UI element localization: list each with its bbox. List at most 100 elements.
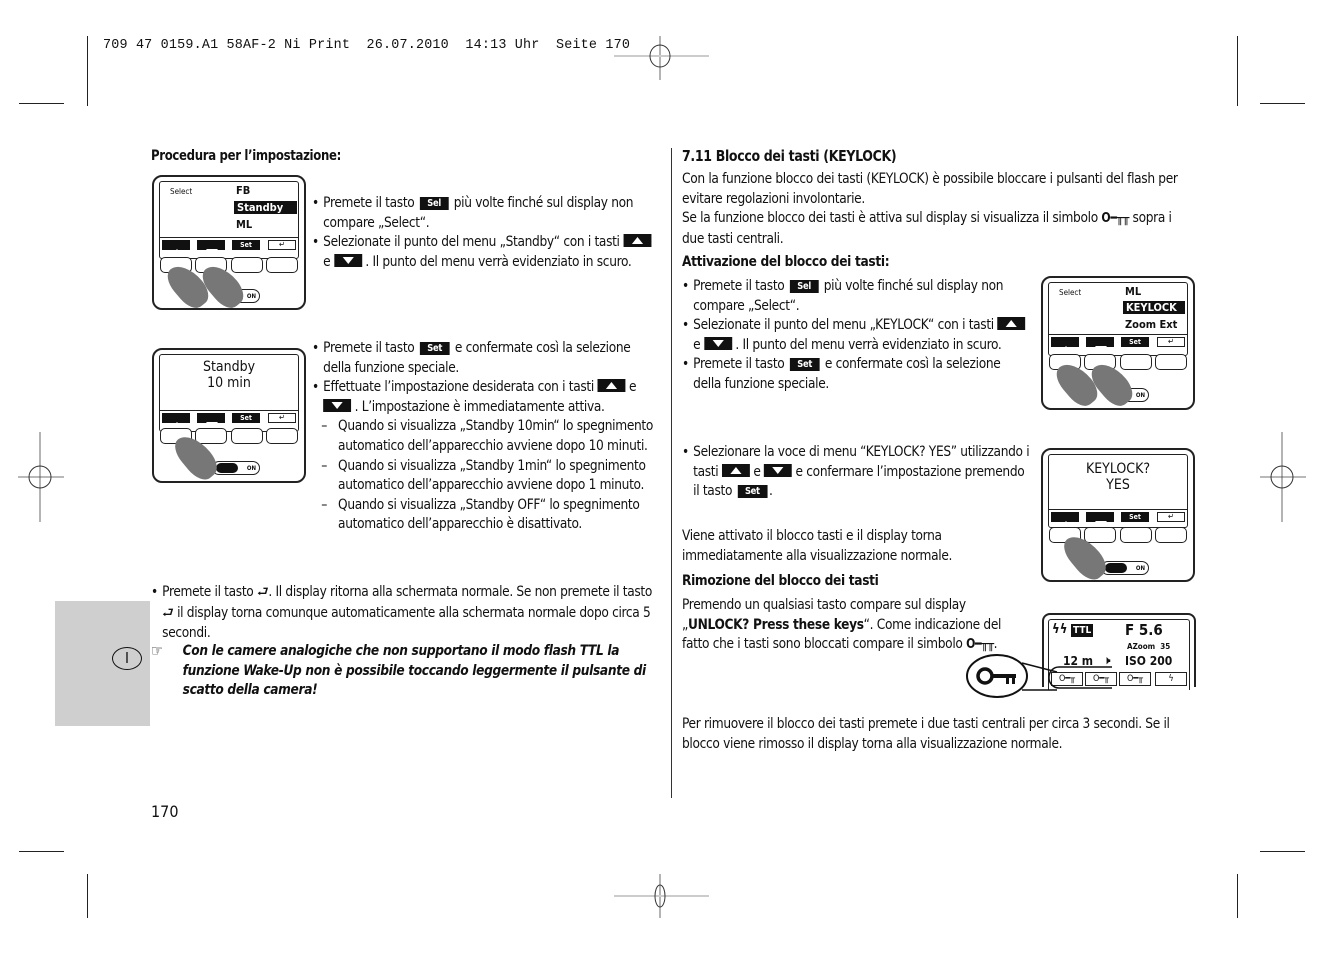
- subheading-removal: Rimozione del blocco dei tasti: [682, 572, 879, 589]
- hardware-button: [266, 428, 298, 444]
- softkey-up: [1051, 512, 1079, 528]
- display-menu-item: ML: [1125, 285, 1142, 298]
- step-item: Effettuate l’impostazione desiderata con…: [312, 377, 661, 416]
- note: ☞ Con le camere analogiche che non suppo…: [151, 641, 646, 699]
- softkey-return: ↵: [268, 240, 296, 250]
- crop-mark: [19, 851, 64, 852]
- power-switch: ON: [1101, 561, 1149, 575]
- step-item: Premete il tasto Sel più volte finché su…: [312, 193, 656, 232]
- pointing-hand-icon: ☞: [151, 641, 163, 660]
- registration-mark-bottom: [614, 874, 709, 918]
- softkey-up: [1051, 337, 1079, 353]
- crop-mark: [87, 36, 88, 106]
- step-item: Selezionate il punto del menu „KEYLOCK“ …: [682, 315, 1031, 354]
- sel-key-icon: Sel: [789, 280, 819, 293]
- crop-mark: [1260, 851, 1305, 852]
- removal-paragraph: Per rimuovere il blocco dei tasti premet…: [682, 715, 1170, 752]
- display-select-label: Select: [1059, 288, 1082, 297]
- display-menu-item-selected: Standby: [234, 201, 298, 214]
- step-item: Premete il tasto Set e confermate così l…: [312, 338, 661, 377]
- display-menu-item-selected: KEYLOCK: [1123, 301, 1185, 314]
- aperture-value: F 5.6: [1125, 621, 1163, 639]
- hardware-button: [1120, 527, 1152, 543]
- ttl-mode-badge: TTL: [1071, 624, 1094, 637]
- hardware-button: [1155, 354, 1187, 370]
- up-key-icon: [597, 379, 626, 393]
- crop-mark: [1237, 874, 1238, 918]
- hardware-button: [1120, 354, 1152, 370]
- dash-item: Quando si visualizza „Standby 1min“ lo s…: [321, 456, 660, 495]
- activated-paragraph: Viene attivato il blocco tasti e il disp…: [682, 527, 953, 564]
- softkey-down: [197, 413, 225, 429]
- registration-mark-top: [614, 36, 709, 80]
- registration-mark-right: [1260, 432, 1306, 522]
- softkey-down: [1086, 512, 1114, 528]
- flash-display-keylock-yes: KEYLOCK? YES Set ↵ ON: [1041, 448, 1195, 586]
- page-number: 170: [151, 802, 179, 821]
- unlock-paragraph: Premendo un qualsiasi tasto compare sul …: [682, 596, 1002, 653]
- down-key-icon: [764, 463, 793, 477]
- display-select-label: Select: [170, 187, 193, 196]
- display-line-1: KEYLOCK?: [1085, 461, 1151, 477]
- softkey-down: [197, 240, 225, 256]
- flash-icon: ϟϟ: [1052, 622, 1068, 637]
- display-menu-item: ML: [236, 218, 253, 231]
- step-item: Selezionate il punto del menu „Standby“ …: [312, 232, 656, 271]
- language-tab-label: I: [112, 647, 142, 670]
- keylock-steps: Premete il tasto Sel più volte finché su…: [682, 276, 1031, 394]
- up-key-icon: [997, 317, 1026, 331]
- softkey-return: ↵: [268, 413, 296, 423]
- registration-mark-left: [18, 432, 64, 522]
- flash-display-select-standby: Select FB Standby ML Set ↵ ON: [152, 175, 306, 314]
- softkey-set: Set: [232, 413, 260, 423]
- softkey-up: [162, 413, 190, 429]
- step-item: Premete il tasto Sel più volte finché su…: [682, 276, 1031, 315]
- steps-list-2: Premete il tasto Set e confermate così l…: [312, 338, 661, 534]
- crop-mark: [1260, 103, 1305, 104]
- key-icon: O━╥╥: [1101, 211, 1129, 227]
- up-key-icon: [623, 234, 652, 248]
- zoom-value: AZoom 35: [1127, 642, 1171, 651]
- locked-key-icon: O━╥: [1119, 672, 1151, 686]
- step-item: Premete il tasto ⮐. Il display ritorna a…: [151, 582, 658, 643]
- keylock-yes-step: Selezionare la voce di menu “KEYLOCK? YE…: [682, 442, 1031, 501]
- softkey-return: ↵: [1157, 337, 1185, 347]
- softkey-set: Set: [1121, 337, 1149, 347]
- keylock-magnifier-callout: [966, 654, 1112, 698]
- display-line-2: YES: [1106, 477, 1130, 493]
- display-menu-item: FB: [236, 184, 251, 197]
- flash-display-standby-10min: Standby 10 min Set ↵ ON: [152, 348, 306, 486]
- hardware-button: [266, 257, 298, 273]
- display-line-1: Standby: [202, 359, 256, 375]
- down-key-icon: [323, 398, 352, 412]
- hardware-button: [231, 257, 263, 273]
- set-key-icon: Set: [737, 485, 768, 499]
- column-divider: [671, 148, 672, 798]
- section-heading: 7.11 Blocco dei tasti (KEYLOCK): [682, 147, 897, 165]
- down-key-icon: [703, 336, 732, 350]
- hardware-button: [1084, 527, 1116, 543]
- flash-display-select-keylock: Select ML KEYLOCK Zoom Ext Set ↵ ON: [1041, 276, 1195, 412]
- return-key-icon: ⮐: [162, 604, 174, 621]
- hardware-button: [1155, 527, 1187, 543]
- softkey-down: [1086, 337, 1114, 353]
- display-menu-item: Zoom Ext: [1125, 318, 1178, 331]
- step-return: Premete il tasto ⮐. Il display ritorna a…: [151, 582, 658, 643]
- set-key-icon: Set: [789, 358, 820, 372]
- language-tab: I: [55, 601, 150, 726]
- dash-item: Quando si visualizza „Standby OFF“ lo sp…: [321, 495, 660, 534]
- power-switch: ON: [212, 461, 260, 475]
- up-key-icon: [721, 463, 750, 477]
- display-line-2: 10 min: [207, 375, 251, 391]
- procedure-heading: Procedura per l’impostazione:: [151, 148, 341, 164]
- flash-softkey-icon: ϟ: [1155, 672, 1187, 686]
- crop-mark: [1237, 36, 1238, 106]
- subheading-activation: Attivazione del blocco dei tasti:: [682, 253, 890, 271]
- set-key-icon: Set: [419, 342, 450, 355]
- print-header: 709 47 0159.A1 58AF-2 Ni Print 26.07.201…: [103, 38, 631, 53]
- return-key-icon: ⮐: [257, 584, 269, 600]
- intro-paragraph: Con la funzione blocco dei tasti (KEYLOC…: [682, 169, 1194, 272]
- softkey-set: Set: [1121, 512, 1149, 522]
- crop-mark: [87, 874, 88, 918]
- step-item: Premete il tasto Set e confermate così l…: [682, 354, 1031, 393]
